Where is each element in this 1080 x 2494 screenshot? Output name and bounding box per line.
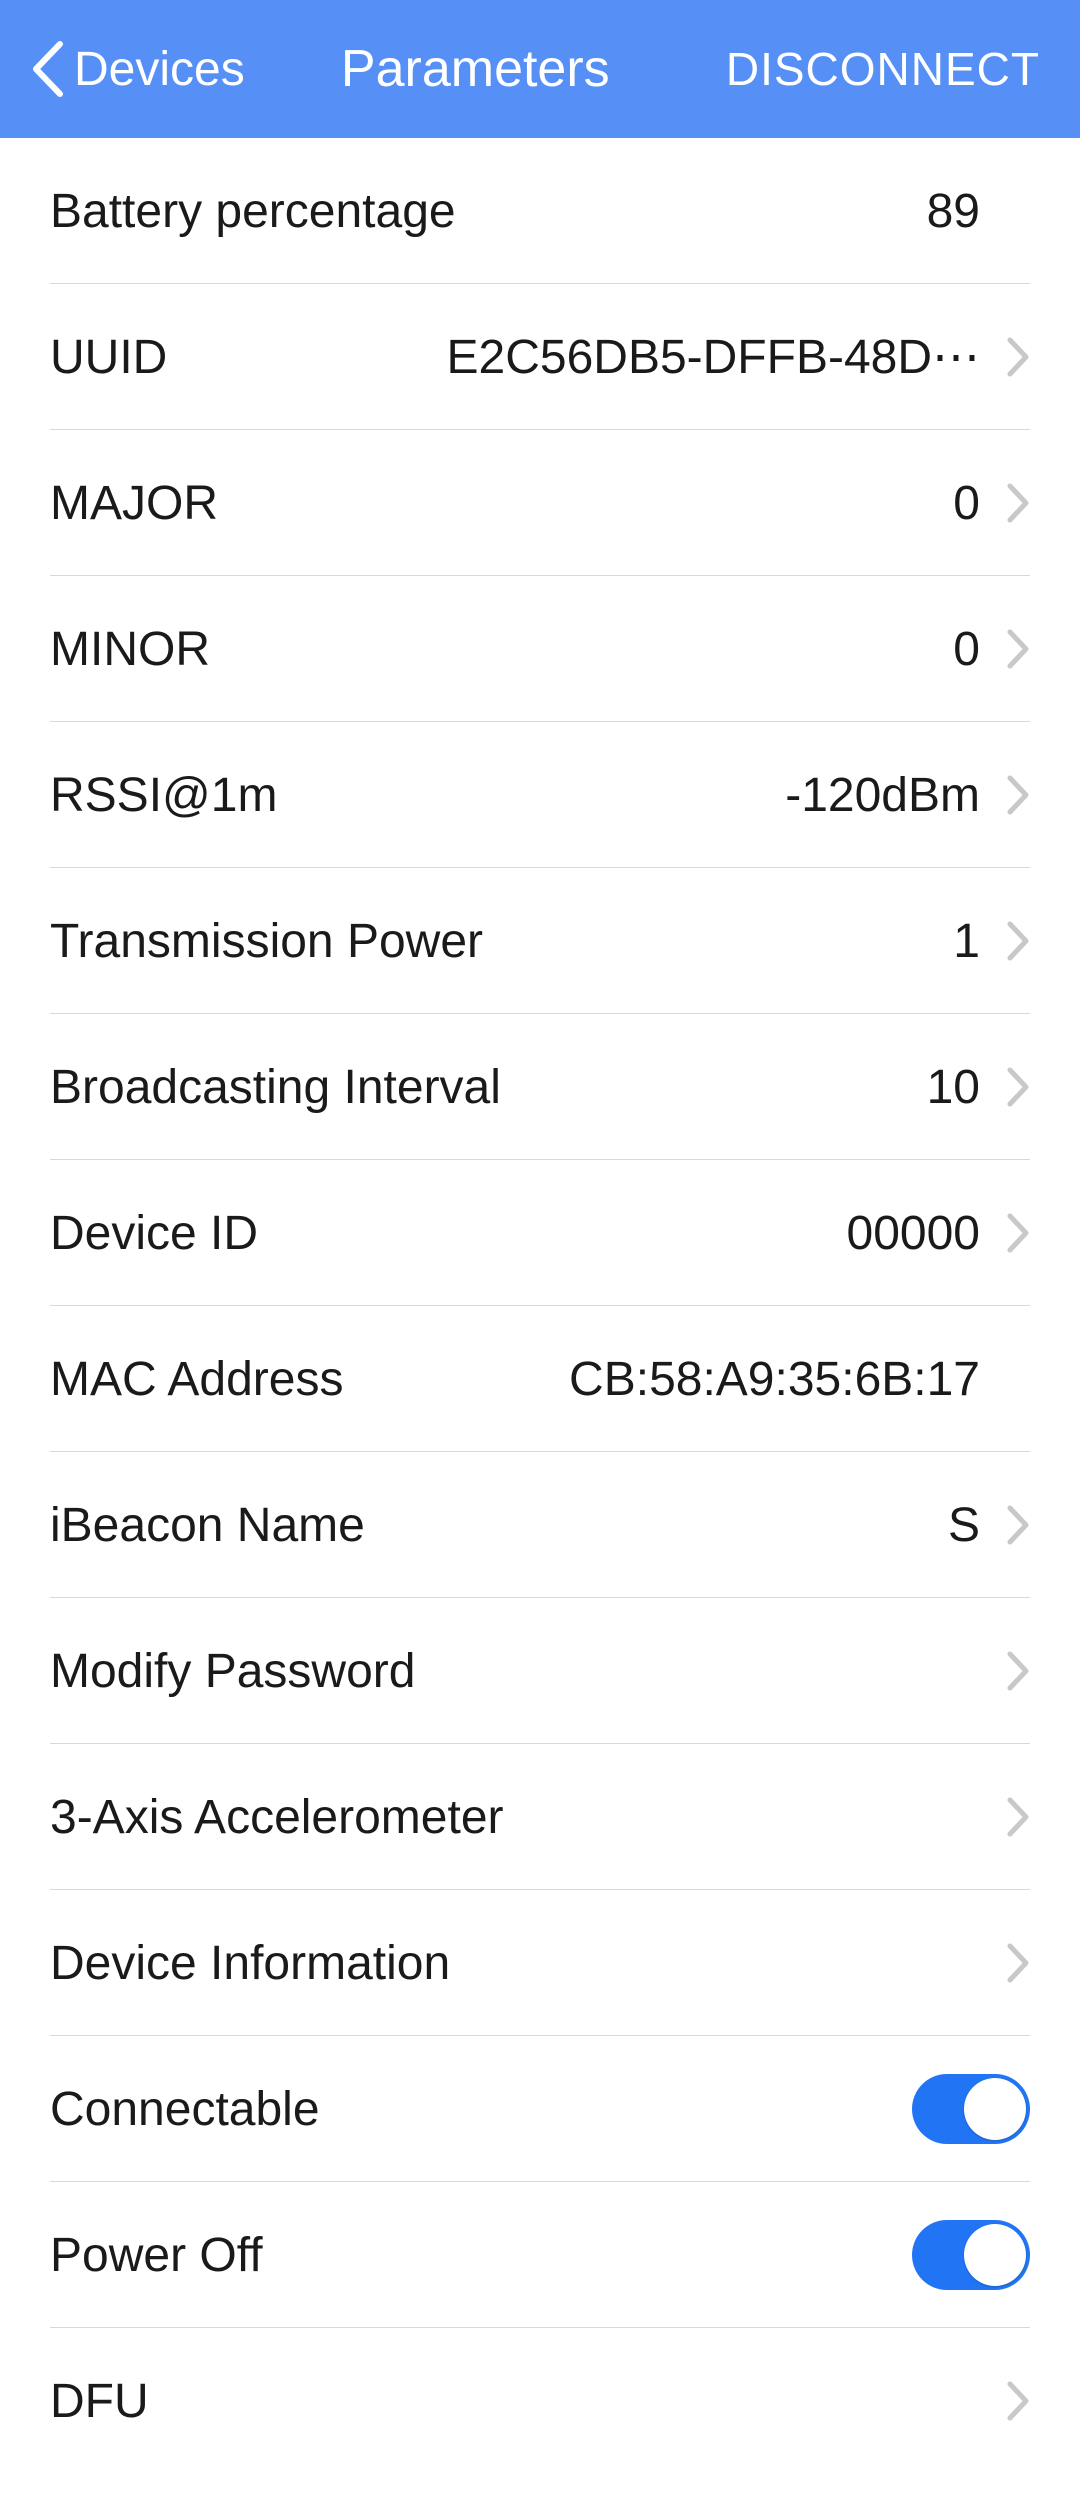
row-value: 00000 bbox=[258, 1206, 980, 1261]
chevron-right-icon bbox=[980, 1942, 1030, 1984]
disconnect-button[interactable]: DISCONNECT bbox=[726, 42, 1040, 96]
chevron-right-icon bbox=[980, 336, 1030, 378]
toggle-knob bbox=[964, 2078, 1026, 2140]
row-label: Broadcasting Interval bbox=[50, 1060, 501, 1115]
row-device-information[interactable]: Device Information bbox=[0, 1890, 1080, 2036]
row-uuid[interactable]: UUID E2C56DB5-DFFB-48D⋯ bbox=[0, 284, 1080, 430]
power-off-toggle[interactable] bbox=[912, 2220, 1030, 2290]
chevron-right-icon bbox=[980, 482, 1030, 524]
row-battery: Battery percentage 89 bbox=[0, 138, 1080, 284]
row-value: CB:58:A9:35:6B:17 bbox=[343, 1352, 980, 1407]
back-button[interactable]: Devices bbox=[30, 40, 245, 98]
row-label: Modify Password bbox=[50, 1644, 415, 1699]
row-major[interactable]: MAJOR 0 bbox=[0, 430, 1080, 576]
chevron-right-icon bbox=[980, 1504, 1030, 1546]
row-broadcasting-interval[interactable]: Broadcasting Interval 10 bbox=[0, 1014, 1080, 1160]
toggle-knob bbox=[964, 2224, 1026, 2286]
row-label: 3-Axis Accelerometer bbox=[50, 1790, 504, 1845]
row-label: Device Information bbox=[50, 1936, 450, 1991]
page-title: Parameters bbox=[225, 39, 726, 99]
chevron-right-icon bbox=[980, 2380, 1030, 2422]
chevron-right-icon bbox=[980, 628, 1030, 670]
chevron-right-icon bbox=[980, 774, 1030, 816]
chevron-right-icon bbox=[980, 920, 1030, 962]
row-label: Battery percentage bbox=[50, 184, 456, 239]
row-transmission-power[interactable]: Transmission Power 1 bbox=[0, 868, 1080, 1014]
header: Devices Parameters DISCONNECT bbox=[0, 0, 1080, 138]
chevron-left-icon bbox=[30, 40, 64, 98]
row-value: 89 bbox=[456, 184, 980, 239]
row-minor[interactable]: MINOR 0 bbox=[0, 576, 1080, 722]
row-dfu[interactable]: DFU bbox=[0, 2328, 1080, 2474]
row-value: 1 bbox=[483, 914, 980, 969]
row-value: S bbox=[365, 1498, 980, 1553]
row-label: Device ID bbox=[50, 1206, 258, 1261]
row-ibeacon-name[interactable]: iBeacon Name S bbox=[0, 1452, 1080, 1598]
connectable-toggle[interactable] bbox=[912, 2074, 1030, 2144]
row-value: -120dBm bbox=[277, 768, 980, 823]
row-modify-password[interactable]: Modify Password bbox=[0, 1598, 1080, 1744]
back-label: Devices bbox=[74, 42, 245, 97]
row-mac-address: MAC Address CB:58:A9:35:6B:17 bbox=[0, 1306, 1080, 1452]
row-accelerometer[interactable]: 3-Axis Accelerometer bbox=[0, 1744, 1080, 1890]
row-rssi[interactable]: RSSI@1m -120dBm bbox=[0, 722, 1080, 868]
row-label: UUID bbox=[50, 330, 167, 385]
chevron-right-icon bbox=[980, 1796, 1030, 1838]
row-label: RSSI@1m bbox=[50, 768, 277, 823]
chevron-right-icon bbox=[980, 1650, 1030, 1692]
row-label: iBeacon Name bbox=[50, 1498, 365, 1553]
row-label: Power Off bbox=[50, 2228, 263, 2283]
row-value: 0 bbox=[218, 476, 980, 531]
row-device-id[interactable]: Device ID 00000 bbox=[0, 1160, 1080, 1306]
row-label: Transmission Power bbox=[50, 914, 483, 969]
row-value: 0 bbox=[210, 622, 980, 677]
row-label: MAJOR bbox=[50, 476, 218, 531]
row-power-off: Power Off bbox=[0, 2182, 1080, 2328]
chevron-right-icon bbox=[980, 1066, 1030, 1108]
row-connectable: Connectable bbox=[0, 2036, 1080, 2182]
row-label: DFU bbox=[50, 2374, 149, 2429]
row-label: MAC Address bbox=[50, 1352, 343, 1407]
row-value: E2C56DB5-DFFB-48D⋯ bbox=[167, 329, 980, 385]
parameter-list: Battery percentage 89 UUID E2C56DB5-DFFB… bbox=[0, 138, 1080, 2474]
chevron-right-icon bbox=[980, 1212, 1030, 1254]
row-label: MINOR bbox=[50, 622, 210, 677]
row-label: Connectable bbox=[50, 2082, 320, 2137]
row-value: 10 bbox=[501, 1060, 980, 1115]
